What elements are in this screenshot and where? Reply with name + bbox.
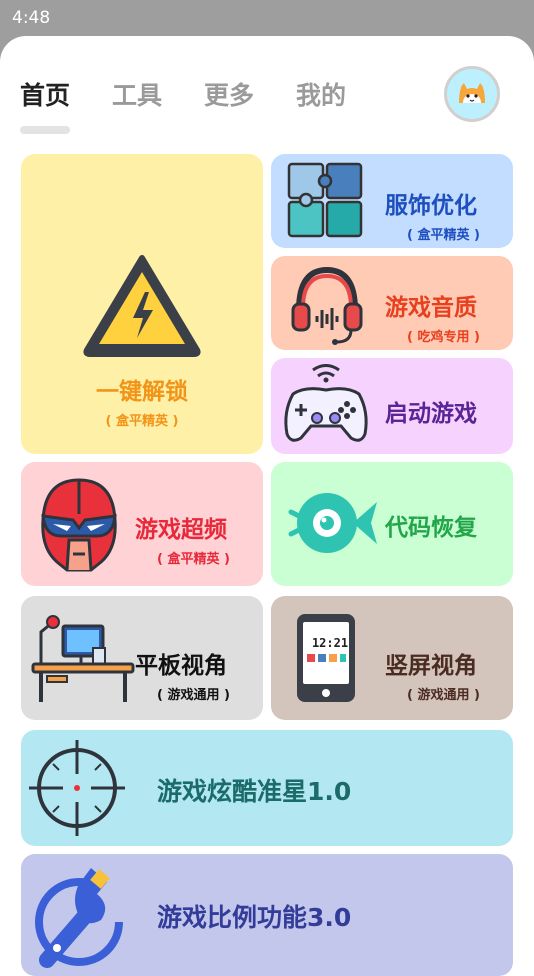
card-title: 一键解锁 xyxy=(96,379,188,405)
high-voltage-warning-icon xyxy=(83,255,201,357)
card-game-audio[interactable]: 游戏音质 ( 吃鸡专用 ) xyxy=(271,256,513,350)
card-subtitle: ( 吃鸡专用 ) xyxy=(407,330,480,345)
tab-tools[interactable]: 工具 xyxy=(112,76,162,112)
status-time: 4:48 xyxy=(12,8,51,28)
tab-more[interactable]: 更多 xyxy=(204,76,254,112)
card-title: 游戏音质 xyxy=(385,295,477,321)
gamepad-icon xyxy=(284,364,368,442)
superhero-helmet-icon xyxy=(41,478,117,572)
desk-computer-icon xyxy=(31,615,135,702)
card-title: 平板视角 xyxy=(135,653,227,679)
card-title: 代码恢复 xyxy=(385,515,477,541)
tab-mine[interactable]: 我的 xyxy=(296,76,346,112)
avatar[interactable] xyxy=(444,66,500,122)
card-outfit-optimize[interactable]: 服饰优化 ( 盒平精英 ) xyxy=(271,154,513,248)
card-crosshair[interactable]: 游戏炫酷准星1.0 xyxy=(21,730,513,846)
main-sheet: 首页 工具 更多 我的 一键解锁 ( 盒平精英 ) 服饰优化 (盒平精英) … xyxy=(0,36,534,976)
fish-icon xyxy=(288,493,377,553)
card-subtitle: ( 盒平精英 ) xyxy=(157,552,230,567)
crosshair-icon xyxy=(29,740,125,836)
puzzle-icon xyxy=(287,162,363,238)
card-tablet-view[interactable]: 平板视角 ( 游戏通用 ) xyxy=(21,596,263,720)
card-title: 游戏比例功能3.0 xyxy=(157,903,352,932)
card-title: 竖屏视角 xyxy=(385,653,477,679)
card-ratio[interactable]: 游戏比例功能3.0 xyxy=(21,854,513,976)
card-title: 游戏超频 xyxy=(135,517,227,543)
card-code-restore[interactable]: 代码恢复 xyxy=(271,462,513,586)
top-tabs: 首页 工具 更多 我的 xyxy=(20,76,346,134)
card-launch-game[interactable]: 启动游戏 xyxy=(271,358,513,454)
card-title: 游戏炫酷准星1.0 xyxy=(157,777,352,806)
card-subtitle: ( 游戏通用 ) xyxy=(407,688,480,703)
tab-more-label: 更多 xyxy=(204,81,255,110)
cat-avatar-icon xyxy=(447,69,497,119)
tab-mine-label: 我的 xyxy=(296,81,347,110)
card-subtitle: ( 盒平精英 ) xyxy=(407,228,480,243)
headset-icon xyxy=(291,266,363,345)
card-subtitle: ( 游戏通用 ) xyxy=(157,688,230,703)
card-one-click-unlock[interactable]: 一键解锁 ( 盒平精英 ) xyxy=(21,154,263,454)
tab-tools-label: 工具 xyxy=(112,81,163,110)
tab-home[interactable]: 首页 xyxy=(20,76,71,134)
tab-active-indicator xyxy=(20,126,71,134)
wrench-icon xyxy=(35,868,123,968)
tab-home-label: 首页 xyxy=(20,81,71,110)
card-game-overclock[interactable]: 游戏超频 ( 盒平精英 ) xyxy=(21,462,263,586)
status-bar: 4:48 xyxy=(0,0,534,36)
phone-clock-time: 12:21 xyxy=(311,636,349,650)
phone-clock-icon xyxy=(297,614,355,702)
card-portrait-view[interactable]: 12:21 竖屏视角 ( 游戏通用 ) xyxy=(271,596,513,720)
card-title: 服饰优化 xyxy=(385,193,477,219)
card-title: 启动游戏 xyxy=(385,401,477,427)
card-subtitle: ( 盒平精英 ) xyxy=(105,414,179,429)
